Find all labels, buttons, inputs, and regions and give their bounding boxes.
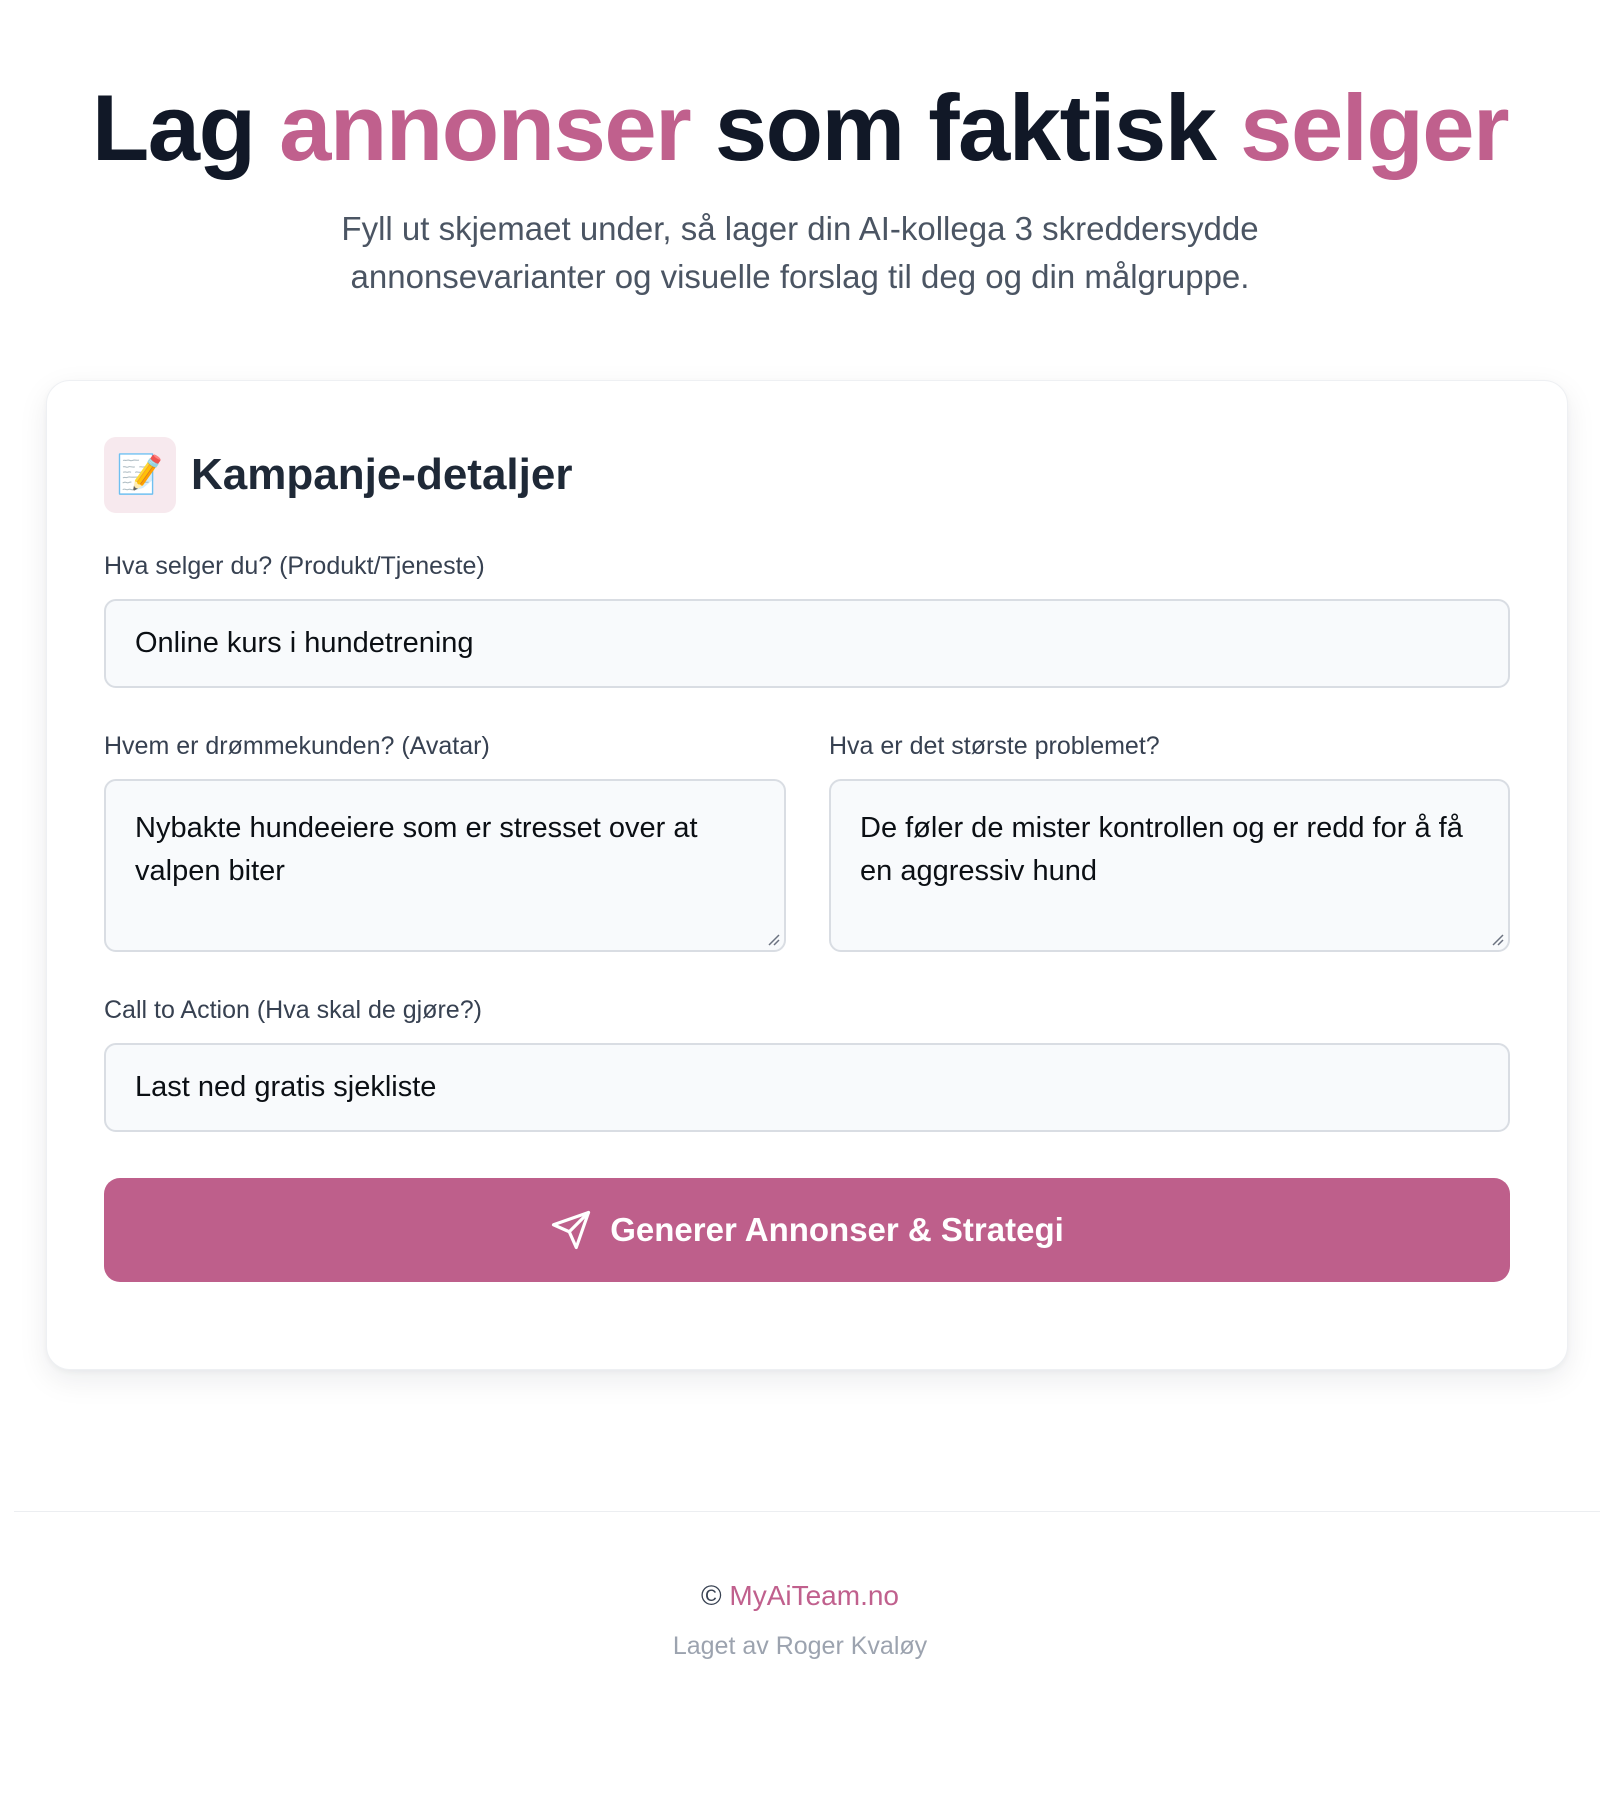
hero-title-part2: som faktisk bbox=[690, 75, 1241, 180]
avatar-textarea-value: Nybakte hundeeiere som er stresset over … bbox=[135, 812, 698, 887]
send-icon bbox=[552, 1210, 591, 1250]
generate-button-label: Generer Annonser & Strategi bbox=[610, 1211, 1064, 1248]
problem-textarea-value: De føler de mister kontrollen og er redd… bbox=[860, 812, 1463, 887]
problem-textarea[interactable]: De føler de mister kontrollen og er redd… bbox=[829, 779, 1510, 952]
page: Lag annonser som faktisk selger Fyll ut … bbox=[0, 0, 1600, 1802]
hero-title: Lag annonser som faktisk selger bbox=[0, 76, 1600, 179]
card-header: 📝 Kampanje-detaljer bbox=[104, 437, 1510, 513]
problem-field: Hva er det største problemet? De føler d… bbox=[829, 732, 1510, 952]
hero-title-part1: Lag bbox=[91, 75, 280, 180]
memo-icon: 📝 bbox=[104, 437, 176, 513]
avatar-textarea[interactable]: Nybakte hundeeiere som er stresset over … bbox=[104, 779, 786, 952]
problem-label: Hva er det største problemet? bbox=[829, 732, 1160, 760]
hero-subtitle: Fyll ut skjemaet under, så lager din AI-… bbox=[341, 210, 1259, 296]
brand-link[interactable]: MyAiTeam.no bbox=[729, 1580, 899, 1611]
card-title: Kampanje-detaljer bbox=[191, 450, 573, 499]
resize-grip-icon[interactable] bbox=[1490, 932, 1504, 946]
product-field: Hva selger du? (Produkt/Tjeneste) Online… bbox=[104, 552, 1510, 688]
product-label: Hva selger du? (Produkt/Tjeneste) bbox=[104, 552, 485, 580]
hero-title-accent-annonser: annonser bbox=[279, 75, 692, 180]
cta-label: Call to Action (Hva skal de gjøre?) bbox=[104, 996, 482, 1024]
avatar-label: Hvem er drømmekunden? (Avatar) bbox=[104, 732, 490, 760]
cta-field: Call to Action (Hva skal de gjøre?) Last… bbox=[104, 996, 1510, 1132]
cta-input[interactable]: Last ned gratis sjekliste bbox=[104, 1043, 1510, 1132]
hero-title-accent-selger: selger bbox=[1240, 75, 1509, 180]
hero: Lag annonser som faktisk selger Fyll ut … bbox=[0, 0, 1600, 301]
generate-button[interactable]: Generer Annonser & Strategi bbox=[104, 1178, 1510, 1282]
footer-credit: Laget av Roger Kvaløy bbox=[672, 1632, 928, 1660]
avatar-field: Hvem er drømmekunden? (Avatar) Nybakte h… bbox=[104, 732, 786, 952]
campaign-card: 📝 Kampanje-detaljer Hva selger du? (Prod… bbox=[46, 380, 1568, 1370]
resize-grip-icon[interactable] bbox=[766, 932, 780, 946]
footer: © MyAiTeam.no Laget av Roger Kvaløy bbox=[0, 1580, 1600, 1661]
footer-copyright: © MyAiTeam.no bbox=[0, 1580, 1600, 1612]
product-input[interactable]: Online kurs i hundetrening bbox=[104, 599, 1510, 688]
copyright-symbol: © bbox=[700, 1580, 722, 1611]
footer-divider bbox=[14, 1511, 1600, 1512]
